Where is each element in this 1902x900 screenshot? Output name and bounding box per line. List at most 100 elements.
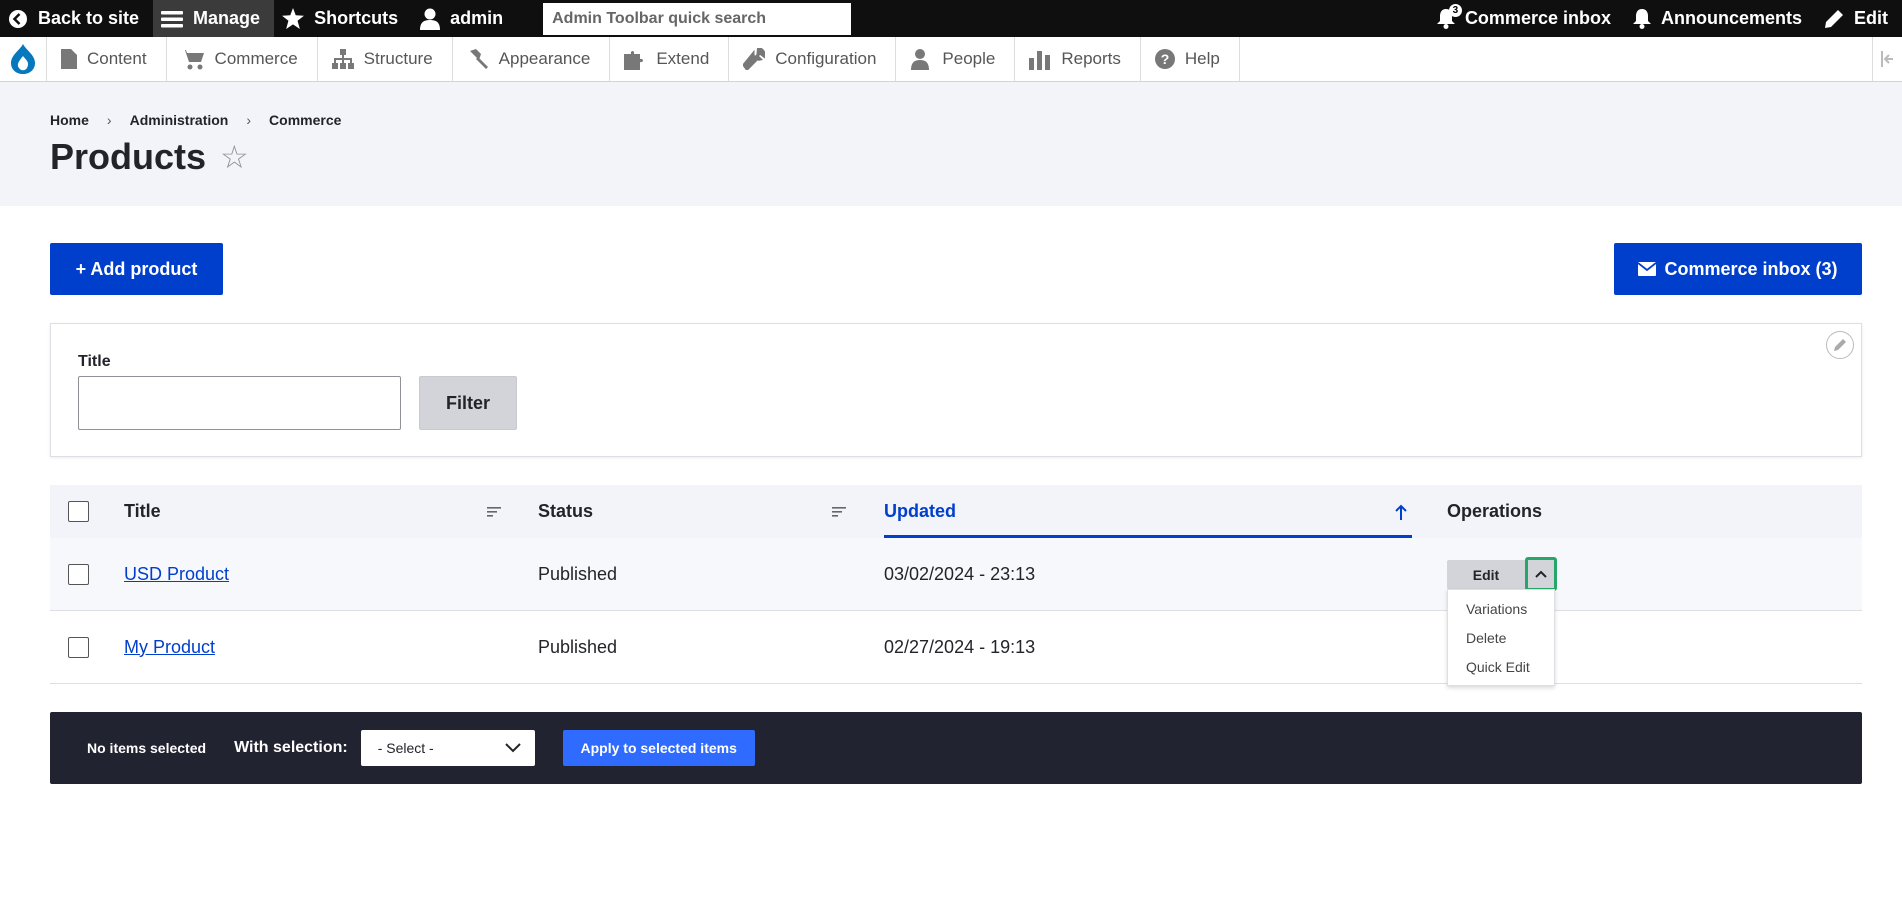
- commerce-inbox-label: Commerce inbox: [1464, 8, 1611, 28]
- back-to-site-label: Back to site: [38, 8, 140, 28]
- star-icon: [282, 8, 305, 29]
- sort-status-icon[interactable]: [832, 485, 846, 538]
- admin-toolbar: Back to site Manage Shortcuts admin Admi…: [0, 0, 1902, 37]
- page-title: Products ☆: [50, 136, 249, 178]
- back-arrow-icon: [9, 9, 27, 28]
- menu-item-configuration[interactable]: Configuration: [729, 37, 897, 81]
- drupal-drop-icon: [11, 44, 35, 74]
- breadcrumb-commerce[interactable]: Commerce: [269, 112, 341, 128]
- bulk-actions-bar: No items selected With selection: - Sele…: [50, 712, 1862, 784]
- drupal-logo-link[interactable]: [0, 37, 47, 81]
- breadcrumb-home[interactable]: Home: [50, 112, 89, 128]
- commerce-inbox-button-label: Commerce inbox (3): [1664, 258, 1838, 279]
- menu-item-label: Extend: [656, 49, 710, 68]
- title-filter-input[interactable]: [78, 376, 401, 430]
- add-product-button[interactable]: + Add product: [50, 243, 223, 295]
- apply-to-selected-button[interactable]: Apply to selected items: [562, 730, 755, 766]
- back-to-site-link[interactable]: Back to site: [0, 0, 153, 37]
- toolbar-search-input[interactable]: Admin Toolbar quick search: [543, 2, 852, 35]
- column-header-status[interactable]: Status: [538, 485, 593, 538]
- menu-item-appearance[interactable]: Appearance: [453, 37, 611, 81]
- shortcuts-label: Shortcuts: [314, 8, 399, 28]
- sort-icon: [487, 506, 501, 517]
- filter-form: Title Filter: [50, 323, 1862, 457]
- sort-icon: [832, 506, 846, 517]
- operation-delete[interactable]: Delete: [1448, 623, 1554, 652]
- breadcrumb-administration[interactable]: Administration: [130, 112, 229, 128]
- dropbutton-toggle[interactable]: [1525, 557, 1557, 591]
- menu-item-label: Appearance: [498, 49, 591, 68]
- operation-variations[interactable]: Variations: [1448, 594, 1554, 623]
- arrow-up-icon: [1395, 504, 1407, 520]
- manage-label: Manage: [193, 8, 261, 28]
- column-header-title[interactable]: Title: [124, 485, 161, 538]
- product-title-text[interactable]: My Product: [124, 637, 215, 658]
- menu-item-label: Help: [1184, 49, 1220, 68]
- product-title-text[interactable]: USD Product: [124, 564, 229, 585]
- menu-item-structure[interactable]: Structure: [318, 37, 453, 81]
- select-all-checkbox[interactable]: [68, 501, 89, 522]
- breadcrumb-separator: ›: [246, 112, 252, 128]
- pencil-icon: [1834, 339, 1846, 351]
- menu-item-label: Content: [87, 49, 147, 68]
- filter-button[interactable]: Filter: [419, 376, 517, 430]
- product-title-link[interactable]: USD Product: [124, 538, 229, 610]
- row-select-checkbox[interactable]: [68, 564, 89, 585]
- announcements-label: Announcements: [1660, 8, 1802, 28]
- edit-operation-button[interactable]: Edit: [1447, 560, 1525, 589]
- wrench-icon: [743, 48, 766, 70]
- view-edit-pencil-icon[interactable]: [1826, 331, 1854, 359]
- commerce-inbox-button[interactable]: Commerce inbox (3): [1614, 243, 1862, 295]
- column-updated-label: Updated: [884, 501, 956, 521]
- menu-item-label: People: [942, 49, 996, 68]
- commerce-inbox-link[interactable]: 3 Commerce inbox: [1429, 0, 1625, 37]
- table-row: My Product Published 02/27/2024 - 19:13: [50, 611, 1862, 684]
- collapse-toolbar-icon[interactable]: [1872, 37, 1902, 81]
- product-updated: 02/27/2024 - 19:13: [884, 636, 1036, 657]
- with-selection-label: With selection:: [234, 739, 348, 756]
- product-title-link[interactable]: My Product: [124, 611, 215, 683]
- product-status: Published: [538, 636, 618, 657]
- help-icon: ?: [1154, 49, 1175, 69]
- hamburger-icon: [161, 10, 184, 27]
- edit-mode-toggle[interactable]: Edit: [1816, 0, 1902, 37]
- manage-tab[interactable]: Manage: [153, 0, 275, 37]
- add-shortcut-star-icon[interactable]: ☆: [220, 138, 249, 176]
- chevron-down-icon: [504, 743, 521, 753]
- chevron-up-icon: [1535, 570, 1547, 578]
- sort-title-icon[interactable]: [487, 485, 501, 538]
- menu-item-label: Reports: [1061, 49, 1121, 68]
- sort-ascending-arrow-icon[interactable]: [1395, 485, 1407, 538]
- pencil-icon: [1825, 9, 1843, 28]
- menu-item-help[interactable]: ? Help: [1141, 37, 1240, 81]
- menu-item-commerce[interactable]: Commerce: [167, 37, 318, 81]
- edit-label: Edit: [1854, 8, 1888, 28]
- shortcuts-tab[interactable]: Shortcuts: [274, 0, 412, 37]
- product-status: Published: [538, 563, 618, 584]
- breadcrumb: Home › Administration › Commerce: [50, 112, 341, 128]
- svg-text:?: ?: [1161, 51, 1170, 67]
- structure-icon: [331, 49, 354, 69]
- admin-menu: Content Commerce Structure Appearance Ex…: [0, 37, 1902, 82]
- menu-item-reports[interactable]: Reports: [1015, 37, 1141, 81]
- bulk-action-select[interactable]: - Select -: [360, 730, 535, 766]
- column-operations-label: Operations: [1447, 501, 1543, 521]
- menu-item-content[interactable]: Content: [47, 37, 167, 81]
- announcements-link[interactable]: Announcements: [1625, 0, 1816, 37]
- menu-item-label: Structure: [363, 49, 433, 68]
- menu-item-extend[interactable]: Extend: [610, 37, 730, 81]
- inbox-bell: 3: [1436, 3, 1462, 29]
- page-header: Home › Administration › Commerce Product…: [0, 82, 1902, 206]
- row-select-checkbox[interactable]: [68, 637, 89, 658]
- user-tab[interactable]: admin: [412, 0, 517, 37]
- column-title-label: Title: [124, 501, 161, 521]
- bell-icon: [1632, 8, 1651, 29]
- cart-icon: [180, 50, 204, 70]
- column-header-updated[interactable]: Updated: [884, 485, 956, 538]
- puzzle-icon: [624, 51, 644, 70]
- operation-quick-edit[interactable]: Quick Edit: [1448, 652, 1554, 681]
- people-icon: [911, 49, 930, 70]
- menu-item-label: Configuration: [775, 49, 877, 68]
- brush-icon: [469, 49, 488, 69]
- menu-item-people[interactable]: People: [896, 37, 1016, 81]
